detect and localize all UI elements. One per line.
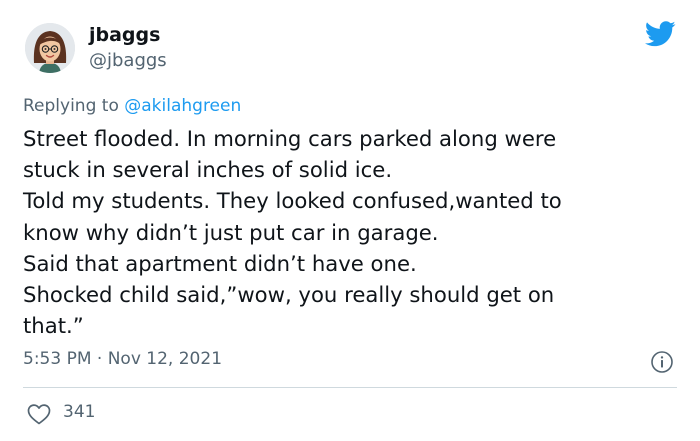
info-icon[interactable] xyxy=(650,350,674,374)
meta-separator: · xyxy=(96,349,103,369)
replying-to-label: Replying to xyxy=(23,96,119,116)
tweet-text-line: Said that apartment didn’t have one. xyxy=(23,250,417,276)
heart-icon[interactable] xyxy=(27,403,51,425)
tweet-date: Nov 12, 2021 xyxy=(107,349,223,369)
tweet-text-line: know why didn’t just put car in garage. xyxy=(23,219,439,245)
like-count: 341 xyxy=(63,402,96,422)
tweet-text-line: Told my students. They looked confused,w… xyxy=(23,188,562,214)
avatar[interactable] xyxy=(25,23,75,73)
tweet-text-line: Street flooded. In morning cars parked a… xyxy=(23,126,557,151)
tweet-text: Street flooded. In morning cars parked a… xyxy=(23,123,683,341)
twitter-bird-icon[interactable] xyxy=(645,21,676,47)
divider xyxy=(23,387,677,388)
reply-to-handle-link[interactable]: @akilahgreen xyxy=(124,96,241,116)
tweet-time: 5:53 PM xyxy=(23,349,92,369)
tweet-text-line: Shocked child said,”wow, you really shou… xyxy=(23,282,555,308)
tweet-timestamp[interactable]: 5:53 PM · Nov 12, 2021 xyxy=(23,349,222,369)
tweet-text-line: stuck in several inches of solid ice. xyxy=(23,157,393,183)
user-handle[interactable]: @jbaggs xyxy=(89,50,167,71)
bitmoji-avatar-icon xyxy=(25,23,75,73)
tweet-text-line: that.” xyxy=(23,313,84,339)
display-name[interactable]: jbaggs xyxy=(89,24,160,46)
replying-to: Replying to @akilahgreen xyxy=(23,96,241,116)
tweet-card: jbaggs @jbaggs Replying to @akilahgreen … xyxy=(0,0,700,441)
